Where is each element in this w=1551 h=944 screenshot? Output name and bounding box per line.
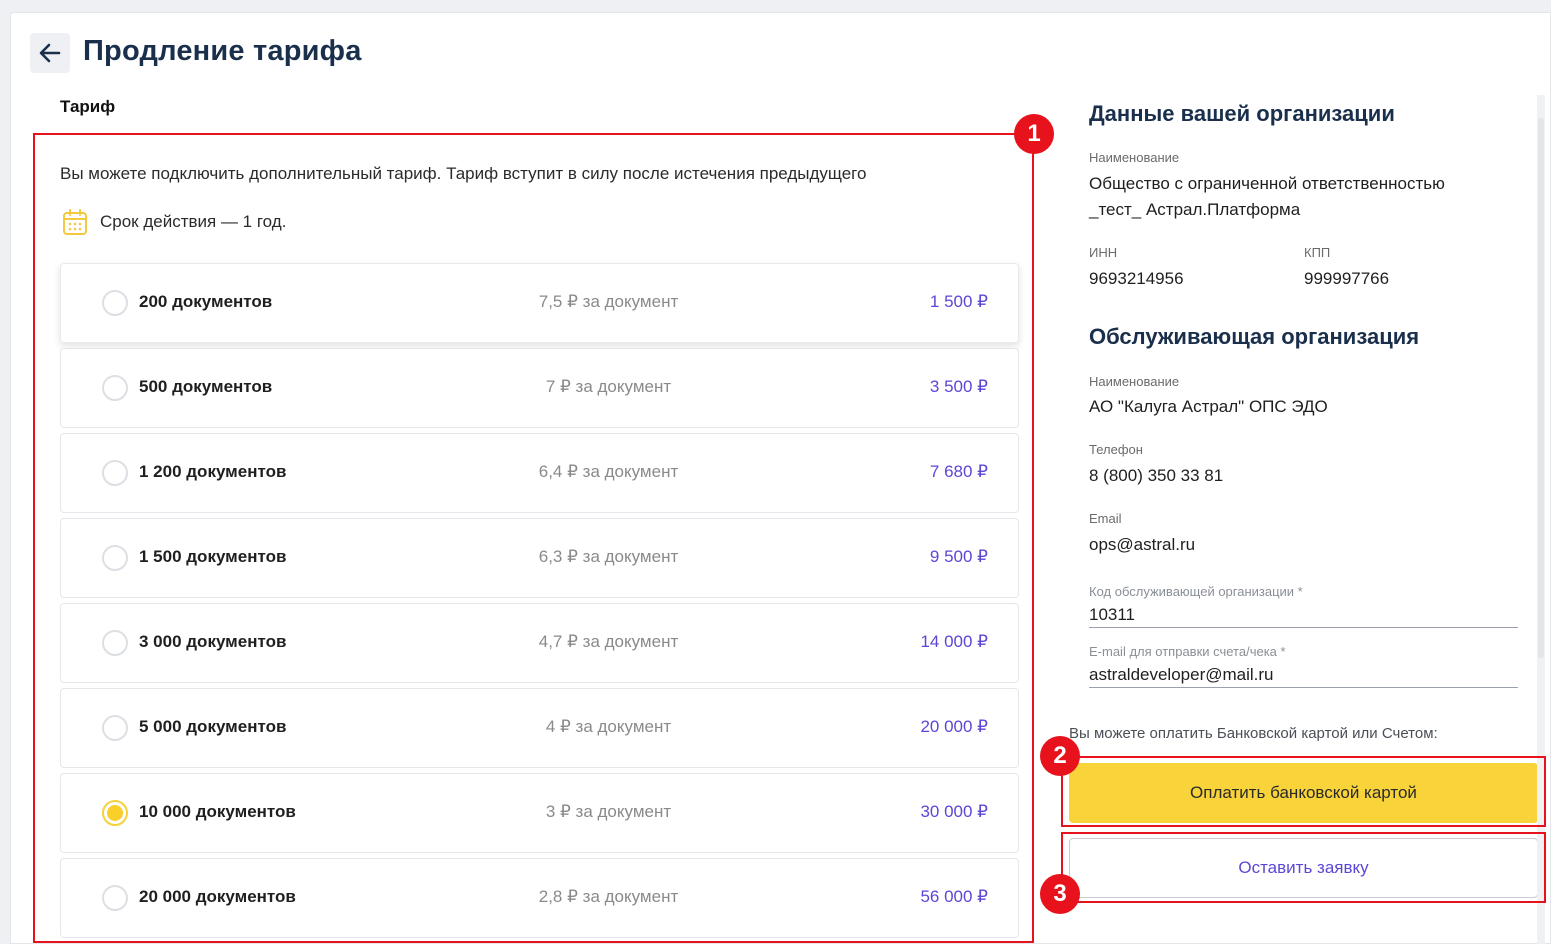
invoice-email-field[interactable]: astraldeveloper@mail.ru [1089, 662, 1274, 688]
annotation-badge-1: 1 [1014, 114, 1054, 154]
annotation-badge-2: 2 [1040, 736, 1080, 776]
inn-value: 9693214956 [1089, 269, 1184, 288]
phone-label: Телефон [1089, 442, 1143, 457]
service-code-underline [1089, 627, 1518, 628]
org-name-line2: _тест_ Астрал.Платформа [1089, 200, 1301, 219]
service-code-label: Код обслуживающей организации * [1089, 584, 1303, 599]
org-section-title: Данные вашей организации [1089, 101, 1395, 126]
org-name-line1: Общество с ограниченной ответственностью [1089, 174, 1445, 193]
annotation-box-2 [1061, 756, 1546, 827]
annotation-box-1 [33, 133, 1034, 943]
annotation-badge-3: 3 [1040, 874, 1080, 914]
email-value: ops@astral.ru [1089, 535, 1196, 554]
kpp-label: КПП [1304, 245, 1331, 260]
back-button[interactable] [30, 33, 70, 73]
email-label: Email [1089, 511, 1122, 526]
service-code-field[interactable]: 10311 [1089, 602, 1135, 628]
arrow-left-icon [39, 43, 61, 63]
scrollbar-thumb[interactable] [1538, 118, 1544, 658]
annotation-box-3 [1061, 832, 1546, 903]
payment-hint: Вы можете оплатить Банковской картой или… [1069, 725, 1438, 742]
invoice-email-label: E-mail для отправки счета/чека * [1089, 644, 1286, 659]
invoice-email-underline [1089, 687, 1518, 688]
tariff-section-label: Тариф [60, 97, 116, 116]
service-name-value: АО "Калуга Астрал" ОПС ЭДО [1089, 397, 1328, 416]
org-name-label: Наименование [1089, 150, 1180, 165]
phone-value: 8 (800) 350 33 81 [1089, 466, 1224, 485]
service-name-label: Наименование [1089, 374, 1180, 389]
service-section-title: Обслуживающая организация [1089, 324, 1420, 349]
page-title: Продление тарифа [83, 35, 362, 67]
kpp-value: 999997766 [1304, 269, 1390, 288]
inn-label: ИНН [1089, 245, 1118, 260]
